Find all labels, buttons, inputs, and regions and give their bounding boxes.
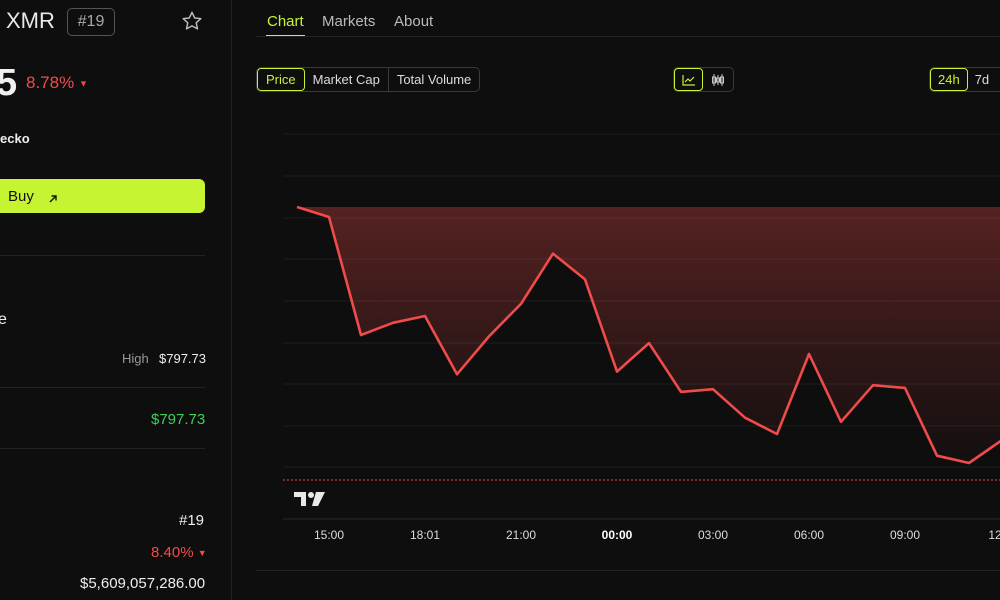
x-axis-tick-label: 06:00 — [793, 528, 825, 542]
tradingview-logo-icon — [293, 490, 327, 508]
x-axis-tick-label: 12 — [988, 528, 1000, 542]
chart-bottom-divider — [256, 570, 1000, 571]
x-axis-tick-label: 03:00 — [697, 528, 729, 542]
x-axis-tick-label: 21:00 — [505, 528, 537, 542]
price-chart — [283, 133, 1000, 520]
x-axis-tick-label: 15:00 — [313, 528, 345, 542]
x-axis-tick-label: 18:01 — [409, 528, 441, 542]
x-axis-tick-label: 09:00 — [889, 528, 921, 542]
price-area — [297, 207, 1000, 463]
x-axis-tick-label: 00:00 — [601, 528, 633, 542]
